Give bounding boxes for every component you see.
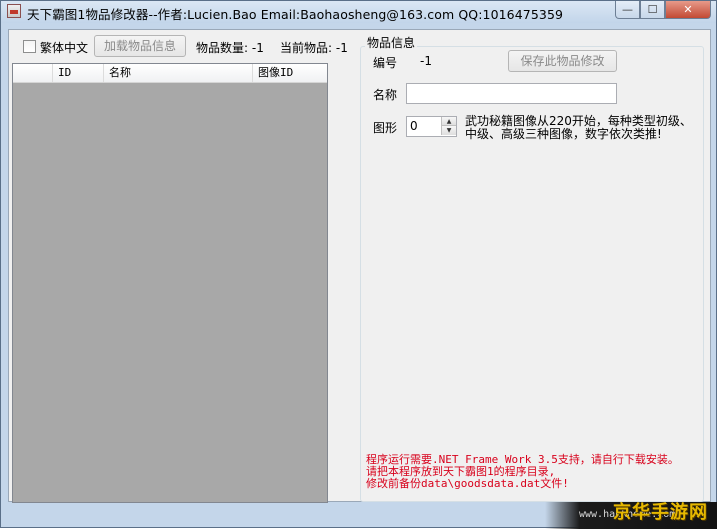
shape-value[interactable]: 0 (410, 119, 418, 133)
save-item-button[interactable]: 保存此物品修改 (508, 50, 617, 72)
name-label: 名称 (373, 88, 398, 102)
traditional-chinese-label[interactable]: 繁体中文 (40, 39, 88, 56)
shape-hint: 武功秘籍图像从220开始，每种类型初级、中级、高级三种图像，数字依次类推! (465, 114, 692, 141)
notes: 程序运行需要.NET Frame Work 3.5支持，请自行下载安装。 请把本… (366, 454, 701, 490)
column-header-name[interactable]: 名称 (104, 64, 253, 82)
load-items-button[interactable]: 加载物品信息 (94, 35, 186, 57)
note-line: 修改前备份data\goodsdata.dat文件! (366, 477, 569, 490)
number-label: 编号 (373, 56, 398, 70)
app-window: 天下霸图1物品修改器--作者:Lucien.Bao Email:Baohaosh… (0, 0, 717, 529)
window-title: 天下霸图1物品修改器--作者:Lucien.Bao Email:Baohaosh… (27, 7, 564, 22)
column-header-image-id[interactable]: 图像ID (253, 64, 327, 82)
client-area: 繁体中文 加载物品信息 物品数量: -1 当前物品: -1 ID 名称 图像ID… (8, 29, 711, 503)
shape-label: 图形 (373, 121, 398, 135)
current-item-label: 当前物品: -1 (280, 41, 348, 55)
items-list[interactable]: ID 名称 图像ID (12, 63, 328, 503)
shape-stepper[interactable]: 0 ▲ ▼ (406, 116, 457, 137)
stepper-up-icon[interactable]: ▲ (441, 117, 456, 126)
name-input[interactable] (406, 83, 617, 104)
column-header-blank[interactable] (13, 64, 53, 82)
title-bar[interactable]: 天下霸图1物品修改器--作者:Lucien.Bao Email:Baohaosh… (1, 1, 716, 23)
app-icon (7, 4, 21, 18)
item-info-group-title: 物品信息 (365, 34, 418, 51)
maximize-button[interactable]: ☐ (640, 1, 665, 19)
close-button[interactable]: ✕ (665, 1, 711, 19)
number-value: -1 (420, 54, 432, 68)
item-count-label: 物品数量: -1 (196, 41, 264, 55)
minimize-button[interactable]: — (615, 1, 640, 19)
traditional-chinese-checkbox[interactable] (23, 40, 36, 53)
watermark-brand: 京华手游网 (613, 502, 708, 523)
stepper-down-icon[interactable]: ▼ (441, 126, 456, 135)
list-header: ID 名称 图像ID (13, 64, 327, 83)
column-header-id[interactable]: ID (53, 64, 104, 82)
